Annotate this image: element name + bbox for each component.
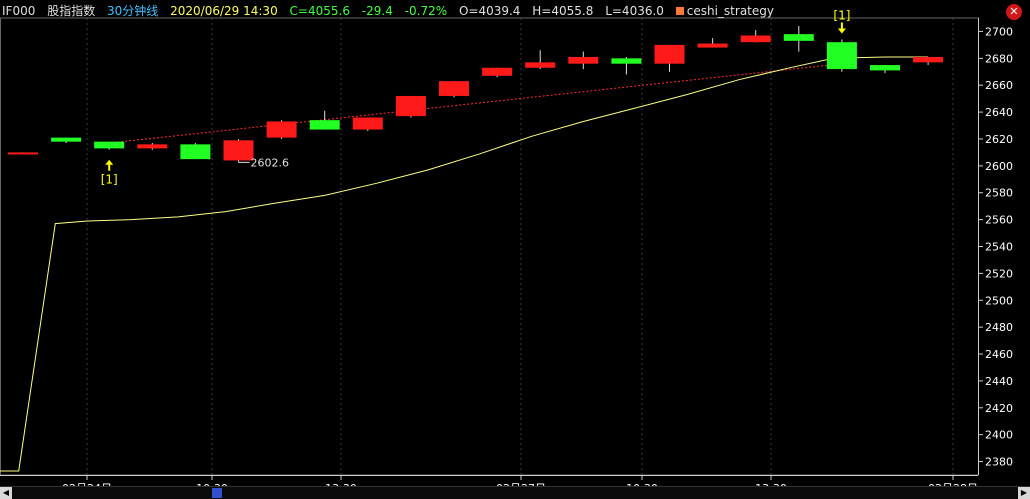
candle-body <box>94 141 125 149</box>
y-tick-label: 2420 <box>985 402 1013 415</box>
candle-body <box>51 137 82 142</box>
horizontal-scrollbar[interactable]: ◀ ▶ <box>0 486 1030 499</box>
y-tick-label: 2580 <box>985 187 1013 200</box>
y-tick-label: 2620 <box>985 133 1013 146</box>
y-tick-label: 2380 <box>985 456 1013 469</box>
close-label: C=4055.6 <box>289 4 350 18</box>
y-tick-label: 2560 <box>985 214 1013 227</box>
candle-body <box>611 58 642 64</box>
candle-body <box>740 35 771 43</box>
ma-line <box>0 56 929 472</box>
chart-axes <box>0 17 979 476</box>
candle-body <box>309 120 340 130</box>
y-tick-label: 2460 <box>985 348 1013 361</box>
candle-body <box>439 81 469 96</box>
datetime-label: 2020/06/29 14:30 <box>170 4 278 18</box>
trend-line <box>109 63 842 144</box>
scroll-left-icon[interactable]: ◀ <box>0 487 12 499</box>
y-tick-label: 2700 <box>985 25 1013 38</box>
y-tick-label: 2500 <box>985 294 1013 307</box>
y-axis-ticks: 2380 2400 2420 2440 2460 2480 2500 2520 2540 2560… <box>978 25 1013 469</box>
scroll-right-icon[interactable]: ▶ <box>1018 487 1030 499</box>
close-icon[interactable]: ✕ <box>1006 4 1022 20</box>
y-tick-label: 2440 <box>985 375 1013 388</box>
candle-body <box>395 95 426 117</box>
signal-label: [1] <box>833 9 850 23</box>
candle-body <box>482 67 513 76</box>
y-tick-label: 2660 <box>985 79 1013 92</box>
y-tick-label: 2540 <box>985 241 1013 254</box>
candle-body <box>352 117 383 130</box>
chart-grid <box>86 18 954 475</box>
y-tick-label: 2680 <box>985 52 1013 65</box>
chart-lines <box>0 56 929 472</box>
chart-header: IF000 股指指数 30分钟线 2020/06/29 14:30 C=4055… <box>2 2 782 19</box>
open-label: O=4039.4 <box>458 4 521 18</box>
high-label: H=4055.8 <box>532 4 594 18</box>
signal-marks: 2602.6 [1] [1] <box>101 9 851 187</box>
buy-arrow-icon <box>105 159 114 171</box>
candle-body <box>8 152 38 155</box>
symbol-label: IF000 <box>2 4 36 18</box>
candle-body <box>568 56 599 64</box>
change-pct-label: -0.72% <box>404 4 448 18</box>
y-tick-label: 2400 <box>985 429 1013 442</box>
candle-body <box>913 56 944 63</box>
strategy-label: ceshi_strategy <box>686 4 774 18</box>
change-label: -29.4 <box>361 4 393 18</box>
candle-body <box>654 44 685 64</box>
candle-body <box>697 43 728 48</box>
candle-body <box>266 121 297 138</box>
instrument-name: 股指指数 <box>47 4 96 18</box>
y-tick-label: 2600 <box>985 160 1013 173</box>
price-chart: 2602.6 [1] [1] 2380 2400 2420 2440 2460 2480 250… <box>0 9 1013 495</box>
plot-frame <box>0 17 979 476</box>
candle-body <box>180 144 211 160</box>
candle-body <box>826 42 857 70</box>
candle-body <box>525 62 556 68</box>
y-tick-label: 2480 <box>985 321 1013 334</box>
low-value-label: 2602.6 <box>251 156 290 169</box>
candle-body <box>783 34 814 41</box>
candle-body <box>223 140 254 161</box>
candlesticks <box>8 26 944 163</box>
y-tick-label: 2520 <box>985 267 1013 280</box>
y-tick-label: 2640 <box>985 106 1013 119</box>
low-label: L=4036.0 <box>605 4 664 18</box>
scroll-thumb[interactable] <box>212 488 222 498</box>
period-label: 30分钟线 <box>107 4 159 18</box>
candle-body <box>870 65 900 71</box>
candle-body <box>137 144 168 149</box>
sell-arrow-icon <box>837 22 846 34</box>
signal-label: [1] <box>101 173 118 187</box>
strategy-icon <box>675 7 684 15</box>
